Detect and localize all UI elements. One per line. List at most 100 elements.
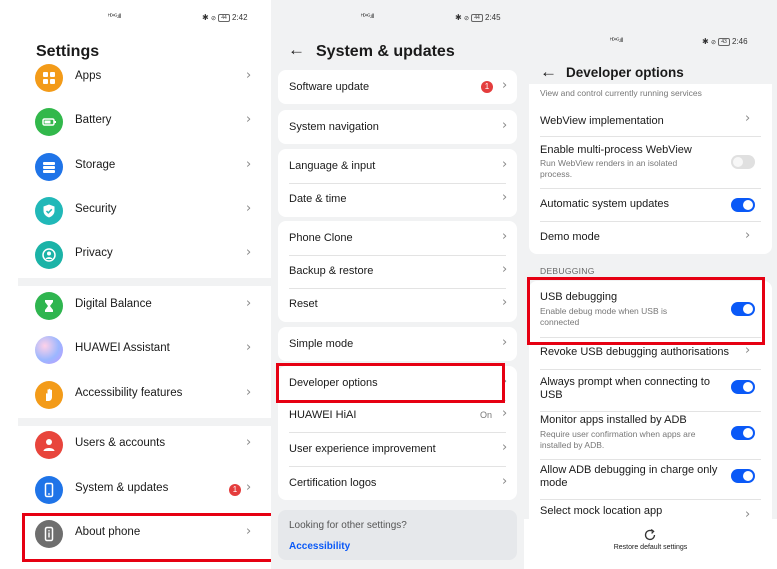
privacy-icon <box>35 241 63 269</box>
chevron-right-icon: › <box>502 335 508 350</box>
menu-item-date-time[interactable]: Date & time › <box>278 183 517 217</box>
chevron-right-icon: › <box>502 229 508 244</box>
status-time: 2:42 <box>232 13 248 22</box>
settings-item-system-updates[interactable]: System & updates 1 › <box>18 468 272 512</box>
status-bar: ᴴᴰ⁴ᴳ.ıll ✱ ⊘ 44 2:45 <box>271 13 524 29</box>
menu-item-automatic-system-updates[interactable]: Automatic system updates <box>529 188 772 221</box>
chevron-right-icon: › <box>502 190 508 205</box>
card-language-date: Language & input › Date & time › <box>278 149 517 217</box>
menu-item-multi-process-webview[interactable]: Enable multi-process WebView Run WebView… <box>529 136 772 188</box>
chevron-right-icon: › <box>745 343 751 358</box>
section-header-debugging: DEBUGGING <box>540 266 595 276</box>
menu-item-system-navigation[interactable]: System navigation › <box>278 110 517 144</box>
menu-item-label: Simple mode <box>289 338 354 350</box>
card-software-update: Software update 1 › <box>278 70 517 104</box>
menu-item-software-update[interactable]: Software update 1 › <box>278 70 517 104</box>
back-arrow-icon[interactable]: ← <box>540 62 557 82</box>
settings-item-label: Storage <box>75 159 116 171</box>
accessibility-link[interactable]: Accessibility <box>289 541 350 552</box>
hourglass-icon <box>35 292 63 320</box>
shield-icon <box>35 197 63 225</box>
always-prompt-toggle[interactable] <box>731 380 755 394</box>
settings-item-label: Privacy <box>75 247 113 259</box>
highlight-developer-options <box>276 363 505 403</box>
restore-label: Restore default settings <box>613 544 688 551</box>
screenshot-collage: ᴴᴰ⁴ᴳ.ıll ✱ ⊘ 44 2:42 Settings Apps › Bat… <box>0 0 777 569</box>
chevron-right-icon: › <box>745 111 751 126</box>
menu-item-language-input[interactable]: Language & input › <box>278 149 517 183</box>
settings-item-label: Accessibility features <box>75 387 183 399</box>
settings-item-battery[interactable]: Battery › <box>18 100 272 144</box>
menu-item-adb-charge-only[interactable]: Allow ADB debugging in charge only mode <box>529 459 772 499</box>
menu-item-huawei-hiai[interactable]: HUAWEI HiAI On › <box>278 400 517 432</box>
menu-item-reset[interactable]: Reset › <box>278 288 517 322</box>
menu-item-value: On <box>480 410 493 420</box>
settings-item-storage[interactable]: Storage › <box>18 145 272 189</box>
restore-bar: Restore default settings <box>524 519 777 569</box>
chevron-right-icon: › <box>246 435 252 450</box>
user-icon <box>35 431 63 459</box>
settings-item-security[interactable]: Security › <box>18 189 272 233</box>
chevron-right-icon: › <box>745 228 751 243</box>
status-time: 2:46 <box>732 37 748 46</box>
menu-item-label: Reset <box>289 298 318 310</box>
menu-item-description: Require user confirmation when apps are … <box>540 429 696 450</box>
menu-item-backup-restore[interactable]: Backup & restore › <box>278 255 517 289</box>
settings-item-huawei-assistant[interactable]: HUAWEI Assistant › <box>18 328 272 372</box>
menu-item-simple-mode[interactable]: Simple mode › <box>278 327 517 361</box>
storage-icon <box>35 153 63 181</box>
restore-button[interactable]: Restore default settings <box>584 519 717 569</box>
back-arrow-icon[interactable]: ← <box>288 40 305 60</box>
bluetooth-icon: ✱ <box>202 13 209 22</box>
card-backup: Phone Clone › Backup & restore › Reset › <box>278 221 517 322</box>
settings-item-label: Apps <box>75 70 102 82</box>
menu-item-phone-clone[interactable]: Phone Clone › <box>278 221 517 255</box>
chevron-right-icon: › <box>502 406 508 421</box>
settings-item-users-accounts[interactable]: Users & accounts › <box>18 423 272 467</box>
menu-item-description: Run WebView renders in an isolated proce… <box>540 158 678 179</box>
settings-item-privacy[interactable]: Privacy › <box>18 233 272 277</box>
menu-item-label: Software update <box>289 81 370 93</box>
settings-item-digital-balance[interactable]: Digital Balance › <box>18 284 272 328</box>
monitor-adb-toggle[interactable] <box>731 426 755 440</box>
chevron-right-icon: › <box>502 440 508 455</box>
menu-item-label: Monitor apps installed by ADB <box>540 414 687 426</box>
settings-item-apps[interactable]: Apps › <box>18 56 272 100</box>
multi-process-webview-toggle[interactable] <box>731 155 755 169</box>
network-indicator: ᴴᴰ⁴ᴳ.ıll <box>610 38 623 44</box>
phone-icon <box>35 476 63 504</box>
menu-item-label: Phone Clone <box>289 232 353 244</box>
notification-badge: 1 <box>229 484 241 496</box>
menu-item-demo-mode[interactable]: Demo mode › <box>529 221 772 254</box>
battery-icon <box>35 108 63 136</box>
chevron-right-icon: › <box>502 118 508 133</box>
menu-item-label: Allow ADB debugging in charge only mode <box>540 464 718 489</box>
menu-item-label: Certification logos <box>289 477 377 489</box>
settings-item-accessibility[interactable]: Accessibility features › <box>18 373 272 417</box>
menu-item-always-prompt-usb[interactable]: Always prompt when connecting to USB <box>529 369 772 411</box>
menu-item-label: Always prompt when connecting to USB <box>540 376 710 401</box>
adb-charge-only-toggle[interactable] <box>731 469 755 483</box>
menu-item-label: Revoke USB debugging authorisations <box>540 346 729 358</box>
automatic-updates-toggle[interactable] <box>731 198 755 212</box>
menu-item-label: HUAWEI HiAI <box>289 409 357 421</box>
chevron-right-icon: › <box>246 112 252 127</box>
chevron-right-icon: › <box>502 157 508 172</box>
menu-item-webview-implementation[interactable]: WebView implementation › <box>529 104 772 136</box>
battery-indicator: 43 <box>718 38 730 46</box>
menu-item-label: Language & input <box>289 160 376 172</box>
settings-item-label: Battery <box>75 114 112 126</box>
menu-item-user-experience[interactable]: User experience improvement › <box>278 432 517 466</box>
network-indicator: ᴴᴰ⁴ᴳ.ıll <box>361 14 374 20</box>
chevron-right-icon: › <box>502 262 508 277</box>
chevron-right-icon: › <box>246 245 252 260</box>
settings-item-label: Digital Balance <box>75 298 152 310</box>
suggestion-card: Looking for other settings? Accessibilit… <box>278 510 517 560</box>
settings-screen: ᴴᴰ⁴ᴳ.ıll ✱ ⊘ 44 2:42 Settings Apps › Bat… <box>18 0 272 569</box>
menu-item-monitor-adb-apps[interactable]: Monitor apps installed by ADB Require us… <box>529 411 772 459</box>
chevron-right-icon: › <box>502 78 508 93</box>
menu-item-certification-logos[interactable]: Certification logos › <box>278 466 517 500</box>
settings-item-label: HUAWEI Assistant <box>75 342 170 354</box>
card-system-navigation: System navigation › <box>278 110 517 144</box>
chevron-right-icon: › <box>246 480 252 495</box>
